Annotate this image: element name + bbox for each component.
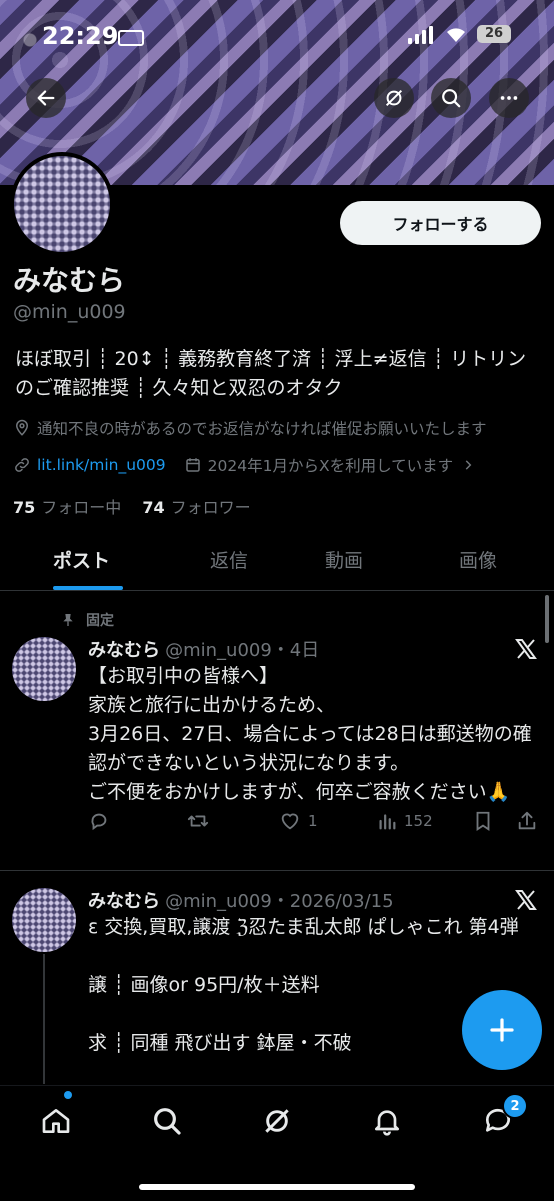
follow-counts: 75 フォロー中 74 フォロワー	[13, 494, 251, 518]
post-avatar[interactable]	[12, 888, 76, 952]
home-indicator[interactable]	[139, 1184, 415, 1190]
joined-date: 2024年1月からXを利用しています	[207, 457, 454, 475]
status-time: 22:29	[42, 22, 119, 50]
like-icon	[281, 813, 299, 830]
back-arrow-icon	[37, 90, 55, 106]
post-avatar[interactable]	[12, 637, 76, 701]
plus-icon	[490, 1018, 514, 1042]
wifi-icon	[444, 24, 468, 44]
nav-grok[interactable]	[257, 1101, 297, 1141]
repost-button[interactable]	[186, 810, 210, 832]
reply-button[interactable]	[88, 810, 110, 832]
follow-button[interactable]: フォローする	[340, 201, 541, 245]
grok-icon	[385, 89, 403, 107]
sleep-focus-icon	[118, 30, 144, 46]
followers-label: フォロワー	[170, 498, 251, 517]
grok-button[interactable]	[374, 78, 414, 118]
bell-icon	[375, 1110, 399, 1136]
cellular-signal-icon	[408, 26, 434, 44]
location-icon	[15, 419, 29, 436]
tab-images[interactable]: 画像	[459, 546, 497, 573]
search-icon	[154, 1108, 181, 1135]
post-text: 【お取引中の皆様へ】 家族と旅行に出かけるため、 3月26日、27日、場合によっ…	[88, 665, 532, 803]
profile-handle: @min_u009	[13, 301, 126, 323]
nav-home[interactable]	[36, 1101, 76, 1141]
post-divider	[0, 870, 554, 871]
battery-indicator: 26	[477, 25, 511, 43]
scrollbar[interactable]	[545, 595, 549, 643]
bookmark-icon	[476, 811, 490, 831]
tab-replies[interactable]: 返信	[210, 546, 248, 573]
home-icon	[42, 1109, 70, 1133]
pinned-indicator: 固定	[60, 610, 114, 630]
followers-link[interactable]: 74 フォロワー	[142, 498, 250, 517]
more-button[interactable]	[489, 78, 529, 118]
home-unread-dot	[64, 1091, 72, 1099]
like-button[interactable]: 1	[278, 810, 318, 832]
following-count: 75	[13, 498, 36, 517]
post-header: みなむら @min_u009・4日	[88, 636, 319, 662]
profile-link[interactable]: lit.link/min_u009	[37, 456, 166, 474]
nav-notifications[interactable]	[367, 1101, 407, 1141]
views-button[interactable]: 152	[376, 810, 433, 832]
reply-icon	[91, 813, 107, 831]
status-bar: 22:29 26	[0, 22, 554, 52]
share-icon	[518, 811, 536, 830]
views-count: 152	[404, 812, 433, 830]
tab-posts[interactable]: ポスト	[53, 546, 110, 573]
profile-bio: ほぼ取引 ┊ 20↕ ┊ 義務教育終了済 ┊ 浮上≠返信 ┊ リトリンのご確認推…	[15, 348, 527, 399]
followers-count: 74	[142, 498, 165, 517]
following-label: フォロー中	[41, 498, 122, 517]
search-icon	[442, 89, 461, 108]
bookmark-button[interactable]	[472, 810, 494, 832]
repost-icon	[187, 815, 209, 827]
post-header: みなむら @min_u009・2026/03/15	[88, 887, 394, 913]
location-text: 通知不良の時があるのでお返信がなければ催促お願いいたします	[37, 420, 487, 438]
active-tab-indicator	[53, 586, 123, 590]
thread-line	[43, 954, 45, 1084]
profile-avatar[interactable]	[10, 152, 114, 256]
pin-icon	[63, 614, 73, 626]
post-author-name[interactable]: みなむら	[88, 640, 160, 661]
post-author-name[interactable]: みなむら	[88, 891, 160, 912]
following-link[interactable]: 75 フォロー中	[13, 498, 121, 517]
post-handle-time: @min_u009・4日	[165, 640, 320, 661]
messages-badge: 2	[502, 1093, 528, 1119]
share-button[interactable]	[516, 810, 538, 832]
profile-meta: lit.link/min_u009 2024年1月からXを利用しています	[13, 454, 475, 476]
post-handle-time: @min_u009・2026/03/15	[165, 891, 394, 912]
more-icon	[500, 96, 518, 100]
compose-button[interactable]	[462, 990, 542, 1070]
back-button[interactable]	[26, 78, 66, 118]
views-icon	[379, 814, 396, 830]
x-logo-icon	[515, 890, 537, 910]
nav-search[interactable]	[147, 1101, 187, 1141]
chevron-right-icon[interactable]	[461, 458, 475, 472]
calendar-icon	[185, 458, 200, 472]
grok-icon	[265, 1109, 289, 1133]
post-actions: 1 152	[88, 810, 548, 838]
like-count: 1	[308, 812, 318, 830]
link-icon	[15, 458, 29, 472]
search-button[interactable]	[431, 78, 471, 118]
pinned-label: 固定	[86, 613, 114, 629]
x-logo-icon	[515, 639, 537, 659]
profile-name: みなむら	[13, 264, 126, 297]
profile-location: 通知不良の時があるのでお返信がなければ催促お願いいたします	[13, 417, 487, 439]
profile-tabs: ポスト 返信 動画 画像	[0, 535, 554, 591]
tab-videos[interactable]: 動画	[325, 546, 363, 573]
